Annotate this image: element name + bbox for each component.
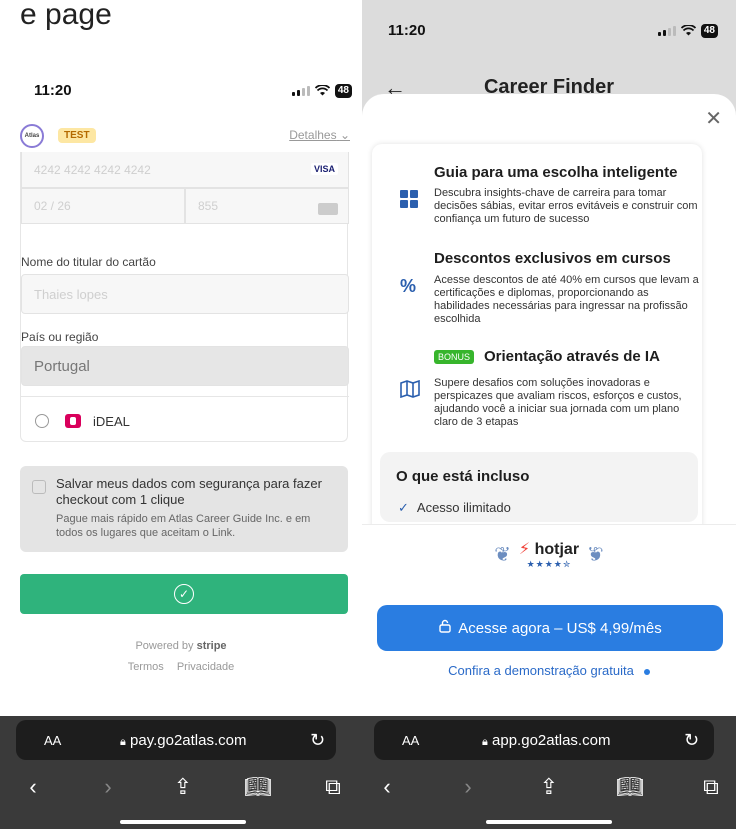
forward-icon[interactable]: › [93, 774, 123, 800]
feature-description: Descubra insights-chave de carreira para… [434, 187, 698, 225]
feature-description: Supere desafios com soluções inovadoras … [434, 377, 682, 428]
sheet-footer: ❦ ⚡︎ hotjar ★★★★✮ ❦ Acesse agora – US$ 4… [362, 524, 736, 716]
bonus-badge: BONUS [434, 350, 475, 364]
feature-title: Orientação através de IA [484, 348, 660, 365]
feature-title: Descontos exclusivos em cursos [434, 250, 671, 267]
reload-icon[interactable]: ↻ [310, 730, 325, 751]
signal-icon [657, 25, 676, 36]
holder-name-field[interactable]: Thaies lopes [21, 274, 349, 314]
signal-icon [291, 85, 310, 96]
visa-icon: VISA [310, 163, 338, 175]
map-icon [400, 379, 420, 403]
system-icons-right: 48 [657, 23, 718, 38]
battery-icon: 48 [700, 23, 718, 38]
wifi-icon [314, 85, 330, 96]
subscribe-label: Acesse agora – US$ 4,99/mês [458, 619, 662, 637]
included-section: O que está incluso ✓ Acesso ilimitado [380, 452, 698, 522]
forward-icon[interactable]: › [453, 774, 483, 800]
ideal-label[interactable]: iDEAL [93, 414, 130, 429]
career-finder-screen: 11:20 48 ← Career Finder ✕ Guia para uma… [362, 0, 736, 829]
safari-nav: ‹ › ⇪ 📖︎ ⧉ [18, 774, 348, 800]
bookmarks-icon[interactable]: 📖︎ [243, 774, 273, 800]
bookmarks-icon[interactable]: 📖︎ [615, 774, 645, 800]
check-icon: ✓ [398, 500, 409, 515]
holder-label: Nome do titular do cartão [21, 255, 156, 269]
country-label: País ou região [21, 330, 99, 344]
payment-form: 4242 4242 4242 4242 VISA 02 / 26 855 Nom… [20, 152, 349, 442]
checkout-screen: e page 11:20 48 Atlas TEST Detalhes ⌄ 42… [0, 0, 362, 829]
atlas-logo: Atlas [20, 124, 44, 148]
close-icon[interactable]: ✕ [705, 106, 722, 131]
laurel-right-icon: ❦ [587, 544, 604, 566]
hotjar-flame-icon: ⚡︎ [518, 541, 531, 558]
percent-icon: % [400, 276, 417, 296]
url-bar[interactable]: AA 🔒︎ app.go2atlas.com ↻ [374, 720, 714, 760]
feature-description: Acesse descontos de até 40% em cursos qu… [434, 274, 699, 325]
divider [21, 396, 349, 397]
hotjar-rating: ❦ ⚡︎ hotjar ★★★★✮ ❦ [362, 539, 736, 570]
checkout-header: Atlas TEST Detalhes ⌄ [20, 124, 350, 148]
back-icon[interactable]: ‹ [372, 774, 402, 800]
tabs-icon[interactable]: ⧉ [318, 774, 348, 800]
stripe-logo: stripe [196, 640, 227, 652]
url-bar[interactable]: AA 🔒︎ pay.go2atlas.com ↻ [16, 720, 336, 760]
hotjar-logo: ⚡︎ hotjar [518, 541, 580, 558]
save-info-box: Salvar meus dados com segurança para faz… [20, 466, 348, 552]
card-number-field[interactable]: 4242 4242 4242 4242 VISA [21, 152, 349, 188]
share-icon[interactable]: ⇪ [534, 774, 564, 800]
url-text: 🔒︎ app.go2atlas.com [482, 731, 611, 749]
cvc-field[interactable]: 855 [185, 188, 349, 224]
status-bar: 11:20 48 [34, 82, 352, 99]
feature-title: Guia para uma escolha inteligente [434, 164, 678, 181]
battery-icon: 48 [334, 83, 352, 98]
save-checkbox[interactable] [32, 480, 46, 494]
chevron-down-icon: ⌄ [339, 128, 350, 142]
included-item: ✓ Acesso ilimitado [398, 500, 511, 515]
save-subtitle: Pague mais rápido em Atlas Career Guide … [56, 513, 311, 539]
included-title: O que está incluso [396, 468, 530, 485]
grid-icon [400, 190, 418, 208]
home-indicator [120, 820, 246, 824]
safari-nav: ‹ › ⇪ 📖︎ ⧉ [372, 774, 726, 800]
status-time: 11:20 [34, 82, 72, 99]
lock-icon: 🔒︎ [120, 735, 126, 748]
paywall-sheet: ✕ Guia para uma escolha inteligente Desc… [362, 94, 736, 716]
safari-toolbar-right: AA 🔒︎ app.go2atlas.com ↻ ‹ › ⇪ 📖︎ ⧉ [362, 716, 736, 829]
pay-button[interactable]: ✓ [20, 574, 348, 614]
ideal-radio[interactable] [35, 414, 49, 428]
url-text: 🔒︎ pay.go2atlas.com [120, 731, 247, 749]
back-icon[interactable]: ‹ [18, 774, 48, 800]
save-title[interactable]: Salvar meus dados com segurança para faz… [56, 476, 340, 508]
lock-icon: 🔒︎ [482, 735, 488, 748]
system-icons: 48 [291, 83, 352, 98]
status-time-right: 11:20 [388, 22, 426, 39]
safari-toolbar: AA 🔒︎ pay.go2atlas.com ↻ ‹ › ⇪ 📖︎ ⧉ [0, 716, 362, 829]
unlock-icon [438, 619, 452, 637]
free-demo-link[interactable]: Confira a demonstração gratuita [362, 663, 736, 678]
home-indicator [486, 820, 612, 824]
text-size-button[interactable]: AA [44, 733, 61, 748]
legal-links: Termos Privacidade [0, 661, 362, 673]
country-select[interactable]: Portugal [21, 346, 349, 386]
text-size-button[interactable]: AA [402, 733, 419, 748]
ideal-icon [65, 414, 81, 428]
caption-text: e page [20, 0, 112, 31]
details-link[interactable]: Detalhes ⌄ [289, 128, 350, 142]
laurel-left-icon: ❦ [494, 544, 511, 566]
status-bar-right: 11:20 48 [388, 22, 718, 39]
terms-link[interactable]: Termos [128, 661, 164, 673]
test-badge: TEST [58, 128, 96, 143]
check-circle-icon: ✓ [174, 584, 194, 604]
powered-by-stripe: Powered by stripe [135, 640, 227, 652]
tabs-icon[interactable]: ⧉ [696, 774, 726, 800]
cvc-card-icon [318, 203, 338, 215]
expiry-field[interactable]: 02 / 26 [21, 188, 185, 224]
wifi-icon [680, 25, 696, 36]
star-rating: ★★★★✮ [526, 559, 572, 569]
share-icon[interactable]: ⇪ [168, 774, 198, 800]
dot-indicator [643, 668, 650, 675]
subscribe-button[interactable]: Acesse agora – US$ 4,99/mês [377, 605, 723, 651]
privacy-link[interactable]: Privacidade [177, 661, 234, 673]
reload-icon[interactable]: ↻ [684, 730, 699, 751]
